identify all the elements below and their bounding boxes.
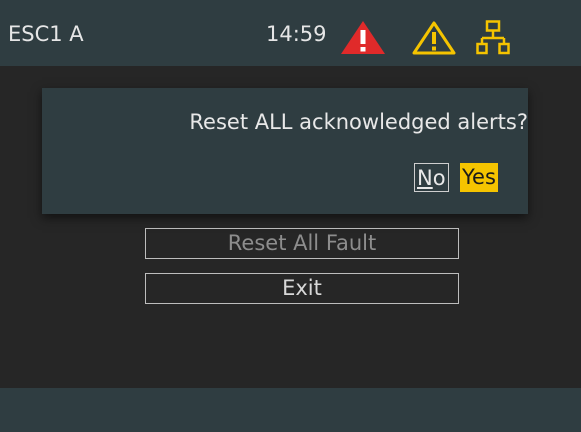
network-icon[interactable] xyxy=(476,20,510,56)
reset-all-fault-button[interactable]: Reset All Fault xyxy=(145,228,459,259)
footer-bar xyxy=(0,388,581,432)
no-label-rest: o xyxy=(432,166,446,190)
warning-icon[interactable] xyxy=(411,20,457,56)
no-button[interactable]: No xyxy=(414,163,449,192)
station-title: ESC1 A xyxy=(8,22,84,46)
alarm-icon[interactable] xyxy=(340,20,386,56)
dialog-message: Reset ALL acknowledged alerts? xyxy=(42,110,528,134)
no-mnemonic: N xyxy=(417,166,433,190)
yes-button[interactable]: Yes xyxy=(460,163,498,192)
exit-button[interactable]: Exit xyxy=(145,273,459,304)
header-bar: ESC1 A 14:59 xyxy=(0,0,581,66)
clock: 14:59 xyxy=(266,22,327,46)
confirm-dialog: Reset ALL acknowledged alerts? No Yes xyxy=(42,88,528,214)
dialog-message-text: Reset ALL acknowledged alerts? xyxy=(189,110,528,134)
